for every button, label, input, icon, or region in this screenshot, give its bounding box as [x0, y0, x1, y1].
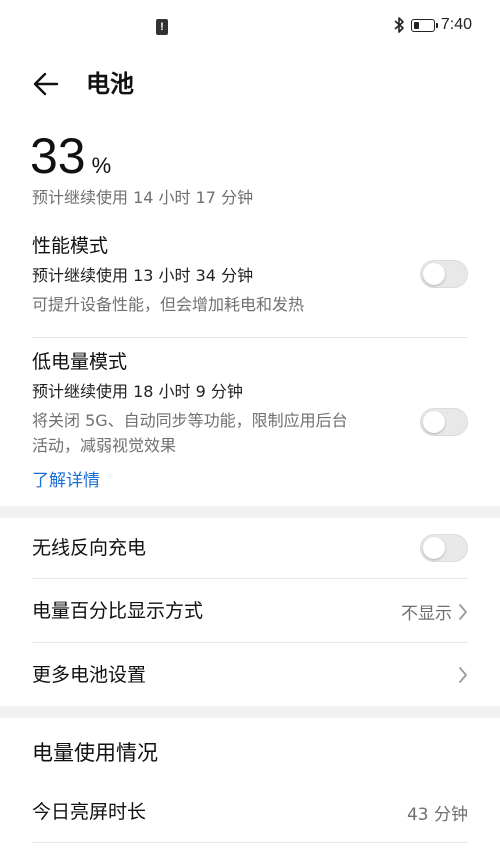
performance-mode-description: 可提升设备性能，但会增加耗电和发热 — [32, 295, 305, 314]
screen-on-today-label: 今日亮屏时长 — [32, 801, 147, 823]
toggle-knob — [423, 263, 445, 285]
battery-percent-value: 33 — [30, 128, 86, 184]
chevron-right-icon — [458, 603, 468, 621]
percentage-display-value-group: 不显示 — [401, 599, 468, 624]
low-power-mode-title: 低电量模式 — [32, 351, 128, 373]
wireless-reverse-charging-row[interactable]: 无线反向充电 — [32, 518, 468, 578]
low-power-mode-toggle[interactable] — [420, 408, 468, 436]
more-battery-settings-label: 更多电池设置 — [32, 664, 147, 686]
percentage-display-value: 不显示 — [401, 604, 452, 624]
screen-on-today-row[interactable]: 今日亮屏时长 43 分钟 — [32, 784, 468, 840]
percentage-display-row[interactable]: 电量百分比显示方式 不显示 — [32, 580, 468, 642]
low-power-mode-description-line2: 活动，减弱视觉效果 — [32, 436, 177, 455]
learn-more-link[interactable]: 了解详情 — [32, 468, 468, 494]
bluetooth-icon — [393, 16, 405, 34]
divider — [32, 642, 468, 643]
battery-estimate: 预计继续使用 14 小时 17 分钟 — [32, 188, 254, 207]
low-power-mode-estimate: 预计继续使用 18 小时 9 分钟 — [32, 382, 243, 401]
low-power-mode-description-line1: 将关闭 5G、自动同步等功能，限制应用后台 — [32, 411, 348, 430]
performance-mode-title: 性能模式 — [32, 235, 109, 257]
performance-mode-toggle[interactable] — [420, 260, 468, 288]
divider — [32, 337, 468, 338]
screen-on-today-value-group: 43 分钟 — [407, 800, 468, 825]
wireless-reverse-charging-toggle[interactable] — [420, 534, 468, 562]
battery-percent-sign: % — [91, 153, 112, 178]
more-battery-settings-chevron-group — [458, 666, 468, 684]
battery-percent: 33 % — [30, 128, 111, 184]
section-gap — [0, 506, 500, 518]
usage-section-header-row: 电量使用情况 — [32, 738, 468, 768]
status-time: 7:40 — [440, 16, 472, 33]
screen-on-today-value: 43 分钟 — [406, 805, 468, 825]
performance-mode-estimate: 预计继续使用 13 小时 34 分钟 — [32, 266, 254, 285]
section-gap — [0, 706, 500, 718]
more-battery-settings-row[interactable]: 更多电池设置 — [32, 644, 468, 706]
wireless-reverse-charging-label: 无线反向充电 — [32, 537, 147, 559]
status-right-group: 7:40 — [393, 16, 472, 34]
battery-level-fill — [413, 21, 420, 29]
low-power-mode-row[interactable]: 低电量模式 预计继续使用 18 小时 9 分钟 将关闭 5G、自动同步等功能，限… — [32, 348, 468, 496]
app-bar: 电池 — [0, 56, 500, 112]
status-bar: ! 7:40 — [0, 0, 500, 56]
divider — [32, 578, 468, 579]
toggle-knob — [423, 537, 445, 559]
alert-icon: ! — [156, 19, 168, 35]
divider — [32, 842, 468, 843]
performance-mode-row[interactable]: 性能模式 预计继续使用 13 小时 34 分钟 可提升设备性能，但会增加耗电和发… — [32, 232, 468, 322]
arrow-left-icon[interactable] — [30, 68, 62, 100]
battery-icon — [410, 18, 438, 32]
page-title: 电池 — [86, 70, 134, 98]
chevron-right-icon — [458, 666, 468, 684]
usage-section-header: 电量使用情况 — [32, 741, 158, 765]
toggle-knob — [423, 411, 445, 433]
